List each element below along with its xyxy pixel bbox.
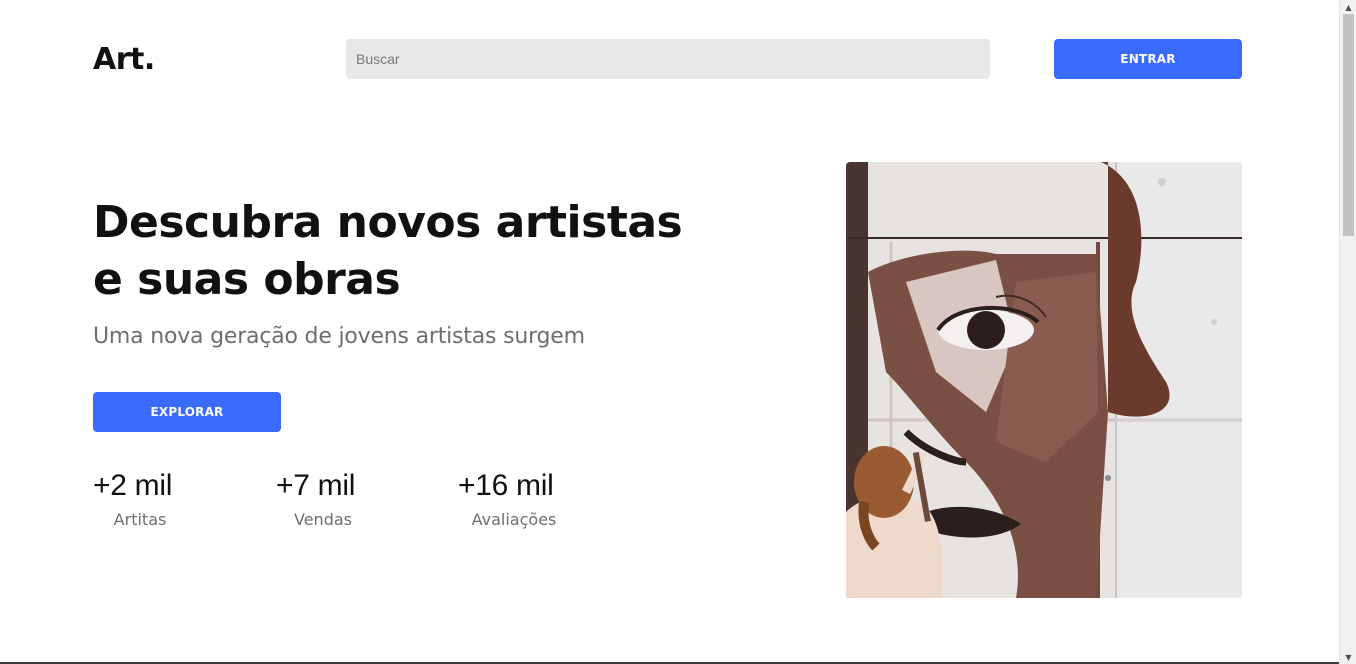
mural-painting-icon bbox=[846, 162, 1242, 598]
explore-button[interactable]: EXPLORAR bbox=[93, 392, 281, 432]
hero-title-line2: e suas obras bbox=[93, 254, 401, 305]
stat-label: Vendas bbox=[294, 510, 352, 529]
stat-sales: +7 mil Vendas bbox=[276, 466, 370, 534]
hero-title-line1: Descubra novos artistas bbox=[93, 197, 683, 248]
hero-subtitle: Uma nova geração de jovens artistas surg… bbox=[93, 324, 585, 349]
stat-label: Avaliações bbox=[471, 510, 557, 529]
scrollbar-thumb[interactable] bbox=[1343, 14, 1354, 236]
stat-artists: +2 mil Artitas bbox=[93, 466, 187, 534]
site-logo[interactable]: Art. bbox=[93, 40, 155, 80]
stat-reviews: +16 mil Avaliações bbox=[458, 466, 570, 534]
scroll-down-icon[interactable]: ▼ bbox=[1340, 650, 1356, 664]
stat-value: +7 mil bbox=[276, 469, 356, 502]
stat-value: +16 mil bbox=[458, 469, 554, 502]
page-scrollbar[interactable]: ▲ ▼ bbox=[1339, 0, 1356, 664]
search-input[interactable] bbox=[346, 39, 990, 79]
scroll-up-icon[interactable]: ▲ bbox=[1340, 0, 1356, 14]
hero-image bbox=[846, 162, 1242, 598]
login-button[interactable]: ENTRAR bbox=[1054, 39, 1242, 79]
hero-title: Descubra novos artistas e suas obras bbox=[93, 194, 733, 308]
page: Art. ENTRAR Descubra novos artistas e su… bbox=[0, 0, 1356, 664]
stat-value: +2 mil bbox=[93, 469, 173, 502]
stat-label: Artitas bbox=[113, 510, 167, 529]
